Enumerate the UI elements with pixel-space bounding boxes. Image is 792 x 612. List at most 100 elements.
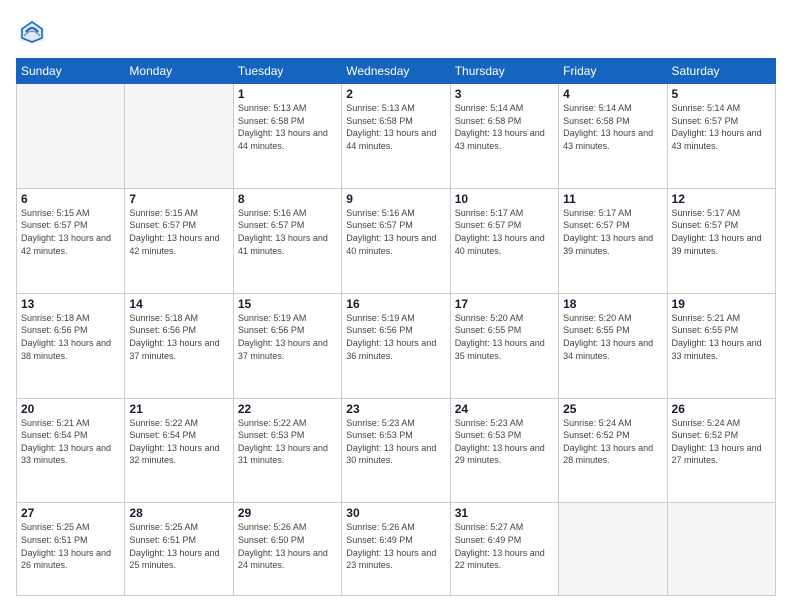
day-cell: 10Sunrise: 5:17 AMSunset: 6:57 PMDayligh… [450, 188, 558, 293]
weekday-header-row: SundayMondayTuesdayWednesdayThursdayFrid… [17, 59, 776, 84]
week-row-4: 20Sunrise: 5:21 AMSunset: 6:54 PMDayligh… [17, 398, 776, 503]
day-cell [667, 503, 775, 596]
day-number: 23 [346, 402, 445, 416]
day-cell: 1Sunrise: 5:13 AMSunset: 6:58 PMDaylight… [233, 84, 341, 189]
header [16, 16, 776, 48]
day-number: 30 [346, 506, 445, 520]
week-row-1: 1Sunrise: 5:13 AMSunset: 6:58 PMDaylight… [17, 84, 776, 189]
day-info: Sunrise: 5:27 AMSunset: 6:49 PMDaylight:… [455, 521, 554, 571]
day-cell: 13Sunrise: 5:18 AMSunset: 6:56 PMDayligh… [17, 293, 125, 398]
logo-icon [16, 16, 48, 48]
day-number: 15 [238, 297, 337, 311]
day-cell: 31Sunrise: 5:27 AMSunset: 6:49 PMDayligh… [450, 503, 558, 596]
day-cell: 29Sunrise: 5:26 AMSunset: 6:50 PMDayligh… [233, 503, 341, 596]
day-cell: 20Sunrise: 5:21 AMSunset: 6:54 PMDayligh… [17, 398, 125, 503]
day-cell: 14Sunrise: 5:18 AMSunset: 6:56 PMDayligh… [125, 293, 233, 398]
day-number: 26 [672, 402, 771, 416]
day-info: Sunrise: 5:21 AMSunset: 6:55 PMDaylight:… [672, 312, 771, 362]
page: SundayMondayTuesdayWednesdayThursdayFrid… [0, 0, 792, 612]
day-info: Sunrise: 5:20 AMSunset: 6:55 PMDaylight:… [455, 312, 554, 362]
day-number: 1 [238, 87, 337, 101]
day-cell: 19Sunrise: 5:21 AMSunset: 6:55 PMDayligh… [667, 293, 775, 398]
day-info: Sunrise: 5:18 AMSunset: 6:56 PMDaylight:… [129, 312, 228, 362]
day-info: Sunrise: 5:17 AMSunset: 6:57 PMDaylight:… [672, 207, 771, 257]
day-info: Sunrise: 5:17 AMSunset: 6:57 PMDaylight:… [563, 207, 662, 257]
day-cell: 23Sunrise: 5:23 AMSunset: 6:53 PMDayligh… [342, 398, 450, 503]
day-info: Sunrise: 5:15 AMSunset: 6:57 PMDaylight:… [21, 207, 120, 257]
weekday-header-sunday: Sunday [17, 59, 125, 84]
day-number: 29 [238, 506, 337, 520]
day-info: Sunrise: 5:23 AMSunset: 6:53 PMDaylight:… [455, 417, 554, 467]
day-info: Sunrise: 5:22 AMSunset: 6:54 PMDaylight:… [129, 417, 228, 467]
week-row-2: 6Sunrise: 5:15 AMSunset: 6:57 PMDaylight… [17, 188, 776, 293]
day-number: 10 [455, 192, 554, 206]
day-cell: 27Sunrise: 5:25 AMSunset: 6:51 PMDayligh… [17, 503, 125, 596]
day-number: 2 [346, 87, 445, 101]
weekday-header-wednesday: Wednesday [342, 59, 450, 84]
day-info: Sunrise: 5:25 AMSunset: 6:51 PMDaylight:… [21, 521, 120, 571]
day-cell: 5Sunrise: 5:14 AMSunset: 6:57 PMDaylight… [667, 84, 775, 189]
day-cell: 11Sunrise: 5:17 AMSunset: 6:57 PMDayligh… [559, 188, 667, 293]
day-cell: 15Sunrise: 5:19 AMSunset: 6:56 PMDayligh… [233, 293, 341, 398]
day-info: Sunrise: 5:26 AMSunset: 6:50 PMDaylight:… [238, 521, 337, 571]
day-cell: 18Sunrise: 5:20 AMSunset: 6:55 PMDayligh… [559, 293, 667, 398]
day-info: Sunrise: 5:19 AMSunset: 6:56 PMDaylight:… [238, 312, 337, 362]
day-number: 25 [563, 402, 662, 416]
day-number: 11 [563, 192, 662, 206]
day-cell [125, 84, 233, 189]
week-row-5: 27Sunrise: 5:25 AMSunset: 6:51 PMDayligh… [17, 503, 776, 596]
day-cell: 16Sunrise: 5:19 AMSunset: 6:56 PMDayligh… [342, 293, 450, 398]
day-info: Sunrise: 5:21 AMSunset: 6:54 PMDaylight:… [21, 417, 120, 467]
day-number: 17 [455, 297, 554, 311]
day-cell: 3Sunrise: 5:14 AMSunset: 6:58 PMDaylight… [450, 84, 558, 189]
weekday-header-tuesday: Tuesday [233, 59, 341, 84]
day-info: Sunrise: 5:13 AMSunset: 6:58 PMDaylight:… [238, 102, 337, 152]
day-info: Sunrise: 5:25 AMSunset: 6:51 PMDaylight:… [129, 521, 228, 571]
day-cell: 24Sunrise: 5:23 AMSunset: 6:53 PMDayligh… [450, 398, 558, 503]
day-info: Sunrise: 5:23 AMSunset: 6:53 PMDaylight:… [346, 417, 445, 467]
day-cell: 7Sunrise: 5:15 AMSunset: 6:57 PMDaylight… [125, 188, 233, 293]
day-number: 18 [563, 297, 662, 311]
day-info: Sunrise: 5:14 AMSunset: 6:58 PMDaylight:… [563, 102, 662, 152]
day-info: Sunrise: 5:16 AMSunset: 6:57 PMDaylight:… [238, 207, 337, 257]
day-info: Sunrise: 5:19 AMSunset: 6:56 PMDaylight:… [346, 312, 445, 362]
day-info: Sunrise: 5:24 AMSunset: 6:52 PMDaylight:… [672, 417, 771, 467]
weekday-header-thursday: Thursday [450, 59, 558, 84]
day-info: Sunrise: 5:14 AMSunset: 6:58 PMDaylight:… [455, 102, 554, 152]
day-cell: 21Sunrise: 5:22 AMSunset: 6:54 PMDayligh… [125, 398, 233, 503]
day-cell: 12Sunrise: 5:17 AMSunset: 6:57 PMDayligh… [667, 188, 775, 293]
day-number: 13 [21, 297, 120, 311]
day-number: 28 [129, 506, 228, 520]
day-cell: 8Sunrise: 5:16 AMSunset: 6:57 PMDaylight… [233, 188, 341, 293]
day-number: 7 [129, 192, 228, 206]
day-cell: 6Sunrise: 5:15 AMSunset: 6:57 PMDaylight… [17, 188, 125, 293]
day-info: Sunrise: 5:15 AMSunset: 6:57 PMDaylight:… [129, 207, 228, 257]
day-number: 4 [563, 87, 662, 101]
day-number: 6 [21, 192, 120, 206]
day-cell [17, 84, 125, 189]
logo [16, 16, 52, 48]
weekday-header-monday: Monday [125, 59, 233, 84]
day-info: Sunrise: 5:16 AMSunset: 6:57 PMDaylight:… [346, 207, 445, 257]
day-number: 8 [238, 192, 337, 206]
day-number: 31 [455, 506, 554, 520]
weekday-header-saturday: Saturday [667, 59, 775, 84]
day-info: Sunrise: 5:18 AMSunset: 6:56 PMDaylight:… [21, 312, 120, 362]
day-number: 19 [672, 297, 771, 311]
day-cell [559, 503, 667, 596]
weekday-header-friday: Friday [559, 59, 667, 84]
day-info: Sunrise: 5:13 AMSunset: 6:58 PMDaylight:… [346, 102, 445, 152]
day-cell: 26Sunrise: 5:24 AMSunset: 6:52 PMDayligh… [667, 398, 775, 503]
day-number: 12 [672, 192, 771, 206]
day-cell: 17Sunrise: 5:20 AMSunset: 6:55 PMDayligh… [450, 293, 558, 398]
day-number: 24 [455, 402, 554, 416]
day-cell: 9Sunrise: 5:16 AMSunset: 6:57 PMDaylight… [342, 188, 450, 293]
day-cell: 4Sunrise: 5:14 AMSunset: 6:58 PMDaylight… [559, 84, 667, 189]
day-number: 9 [346, 192, 445, 206]
day-number: 3 [455, 87, 554, 101]
day-info: Sunrise: 5:14 AMSunset: 6:57 PMDaylight:… [672, 102, 771, 152]
week-row-3: 13Sunrise: 5:18 AMSunset: 6:56 PMDayligh… [17, 293, 776, 398]
day-number: 27 [21, 506, 120, 520]
calendar-table: SundayMondayTuesdayWednesdayThursdayFrid… [16, 58, 776, 596]
day-cell: 30Sunrise: 5:26 AMSunset: 6:49 PMDayligh… [342, 503, 450, 596]
